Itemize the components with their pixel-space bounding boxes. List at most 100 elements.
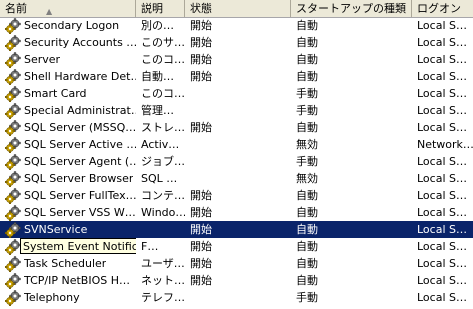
service-name-cell: SVNService [0,221,136,238]
column-header-description[interactable]: 説明 [136,0,185,17]
service-status [185,170,291,187]
service-name: TCP/IP NetBIOS H… [24,274,130,287]
service-startup-type: 手動 [296,104,318,117]
service-row[interactable]: TCP/IP NetBIOS H… ネット… 開始 自動 Local S… [0,272,473,289]
service-name-cell: Task Scheduler [0,255,136,272]
service-name: Secondary Logon [24,19,120,32]
service-status: 開始 [190,121,212,134]
gear-service-icon [5,153,21,170]
service-row[interactable]: SQL Server FullTex… コンテ… 開始 自動 Local S… [0,187,473,204]
column-header-name[interactable]: 名前 ▲ [0,0,136,17]
service-name: SQL Server FullTex… [24,189,136,202]
service-status: 開始 [190,206,212,219]
service-description: ジョブ… [141,155,185,168]
column-header-startup-label: スタートアップの種類 [296,2,406,15]
service-logon-as: Local S… [417,291,467,304]
service-row[interactable]: Task Scheduler ユーザ… 開始 自動 Local S… [0,255,473,272]
service-row[interactable]: Shell Hardware Det… 自動… 開始 自動 Local S… [0,68,473,85]
service-name-cell: Server [0,51,136,68]
gear-service-icon [5,272,21,289]
service-row[interactable]: System Event Notification F… 開始 自動 Local S… [0,238,473,255]
sort-ascending-icon: ▲ [46,7,53,16]
service-logon-as: Local S… [417,240,467,253]
column-header-status[interactable]: 状態 [185,0,291,17]
service-rows: Secondary Logon 別の… 開始 自動 Local S… Security A… [0,17,473,306]
gear-service-icon [5,136,21,153]
service-row[interactable]: Server このコ… 開始 自動 Local S… [0,51,473,68]
gear-service-icon [5,289,21,306]
service-logon-as: Local S… [417,53,467,66]
service-row[interactable]: SQL Server Browser SQL … 無効 Local S… [0,170,473,187]
service-name-tooltip: System Event Notification [20,238,136,254]
service-startup-type: 手動 [296,155,318,168]
service-startup-type: 手動 [296,87,318,100]
gear-service-icon [5,221,21,238]
service-logon-as: Local S… [417,121,467,134]
service-name-cell: System Event Notification [0,238,136,255]
service-name-cell: TCP/IP NetBIOS H… [0,272,136,289]
service-description: 自動… [141,70,174,83]
service-row[interactable]: Telephony テレフ… 手動 Local S… [0,289,473,306]
service-name-cell: SQL Server Agent (… [0,153,136,170]
service-row[interactable]: Security Accounts … このサ… 開始 自動 Local S… [0,34,473,51]
service-status: 開始 [190,70,212,83]
service-startup-type: 自動 [296,189,318,202]
service-row[interactable]: SQL Server (MSSQ… ストレ… 開始 自動 Local S… [0,119,473,136]
service-startup-type: 自動 [296,53,318,66]
service-name: SQL Server (MSSQ… [24,121,136,134]
service-startup-type: 自動 [296,70,318,83]
service-description: ネット… [141,274,185,287]
gear-service-icon [5,34,21,51]
gear-service-icon [5,119,21,136]
service-description: このサ… [141,36,185,49]
service-row[interactable]: SVNService 開始 自動 Local S… [0,221,473,238]
service-row[interactable]: Secondary Logon 別の… 開始 自動 Local S… [0,17,473,34]
service-logon-as: Local S… [417,19,467,32]
column-header-status-label: 状態 [190,2,212,15]
service-name: SQL Server Browser [24,172,134,185]
service-name: Shell Hardware Det… [24,70,136,83]
service-name: Task Scheduler [24,257,107,270]
service-logon-as: Local S… [417,257,467,270]
column-header-startup-type[interactable]: スタートアップの種類 [291,0,412,17]
service-startup-type: 自動 [296,36,318,49]
service-status: 開始 [190,19,212,32]
service-status: 開始 [190,223,212,236]
column-header-logon[interactable]: ログオン [412,0,473,17]
service-startup-type: 無効 [296,138,318,151]
service-row[interactable]: Smart Card このコ… 手動 Local S… [0,85,473,102]
service-logon-as: Local S… [417,104,467,117]
service-row[interactable]: SQL Server Agent (… ジョブ… 手動 Local S… [0,153,473,170]
service-startup-type: 自動 [296,257,318,270]
service-name: SQL Server Active … [24,138,136,151]
service-status [185,153,291,170]
gear-service-icon [5,102,21,119]
service-startup-type: 自動 [296,274,318,287]
service-name: Telephony [24,291,80,304]
service-description: このコ… [141,53,185,66]
service-name-cell: Special Administrat… [0,102,136,119]
column-header-bar: 名前 ▲ 説明 状態 スタートアップの種類 ログオン [0,0,473,18]
service-row[interactable]: Special Administrat… 管理… 手動 Local S… [0,102,473,119]
gear-service-icon [5,204,21,221]
service-logon-as: Network… [417,138,473,151]
service-name: SQL Server VSS W… [24,206,136,219]
service-status: 開始 [190,189,212,202]
service-description [136,221,185,238]
column-header-logon-label: ログオン [417,2,461,15]
service-description: このコ… [141,87,185,100]
services-list-view[interactable]: 名前 ▲ 説明 状態 スタートアップの種類 ログオン Secondary Log… [0,0,473,309]
service-status: 開始 [190,53,212,66]
gear-service-icon [5,238,21,255]
service-description: テレフ… [141,291,185,304]
service-name-cell: SQL Server FullTex… [0,187,136,204]
service-name: Security Accounts … [24,36,136,49]
service-row[interactable]: SQL Server Active … Activ… 無効 Network… [0,136,473,153]
gear-service-icon [5,51,21,68]
service-status [185,102,291,119]
service-row[interactable]: SQL Server VSS W… Windo… 開始 自動 Local S… [0,204,473,221]
service-logon-as: Local S… [417,223,467,236]
service-status: 開始 [190,36,212,49]
service-startup-type: 自動 [296,240,318,253]
service-logon-as: Local S… [417,189,467,202]
